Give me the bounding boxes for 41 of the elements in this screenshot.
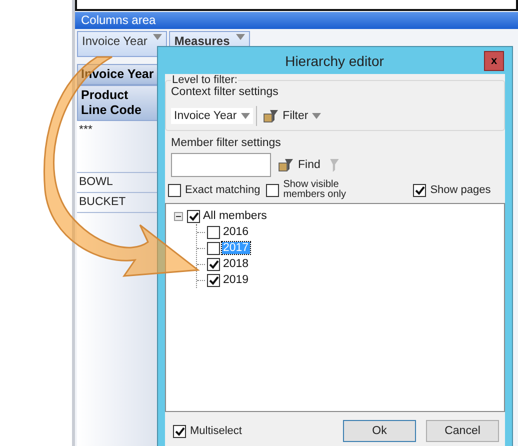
checkbox[interactable] xyxy=(168,184,181,196)
section-label: Context filter settings xyxy=(171,86,280,98)
checkbox[interactable] xyxy=(187,210,200,222)
caret-icon xyxy=(240,113,250,119)
checkbox[interactable] xyxy=(413,184,426,196)
option-label: Exact matching xyxy=(185,184,260,196)
checkbox[interactable] xyxy=(207,226,220,238)
tree-item[interactable]: 2019 xyxy=(222,274,250,286)
option-label: Show visible members only xyxy=(283,180,348,200)
section-label: Member filter settings xyxy=(171,137,282,149)
group-label: Level to filter: xyxy=(171,74,238,86)
window-title: Hierarchy editor xyxy=(284,52,385,68)
funnel-icon xyxy=(330,158,340,172)
checkbox[interactable] xyxy=(207,258,220,270)
checkbox[interactable] xyxy=(266,184,280,196)
tree-item[interactable]: 2016 xyxy=(222,226,250,238)
find-button[interactable]: Find xyxy=(275,155,324,175)
text-field[interactable] xyxy=(75,0,518,11)
option-label: Show pages xyxy=(430,184,491,196)
checkbox[interactable] xyxy=(173,424,186,438)
dialog-button[interactable]: Ok xyxy=(343,420,416,442)
checkbox[interactable] xyxy=(207,274,220,286)
tree-item[interactable]: 2018 xyxy=(222,258,250,270)
filter-button[interactable]: Filter xyxy=(260,106,324,126)
caret-icon xyxy=(312,113,322,119)
caret-icon xyxy=(236,34,245,40)
dialog-button[interactable]: Cancel xyxy=(426,420,499,442)
field-button[interactable]: Invoice Year xyxy=(77,31,168,57)
collapse-toggle[interactable] xyxy=(174,212,183,220)
tree-item[interactable]: All members xyxy=(202,210,268,222)
funnel-icon xyxy=(278,157,294,173)
area-header: Columns area xyxy=(75,12,518,29)
level-dropdown[interactable]: Invoice Year xyxy=(171,108,253,124)
funnel-icon xyxy=(262,108,279,124)
minus-icon xyxy=(176,214,181,218)
search-field[interactable] xyxy=(171,153,271,177)
close-button[interactable]: x xyxy=(484,50,504,70)
caret-icon xyxy=(153,34,162,40)
option-label: Multiselect xyxy=(190,425,242,437)
checkbox[interactable] xyxy=(207,242,220,254)
row-header: Product Line Code xyxy=(77,85,158,121)
